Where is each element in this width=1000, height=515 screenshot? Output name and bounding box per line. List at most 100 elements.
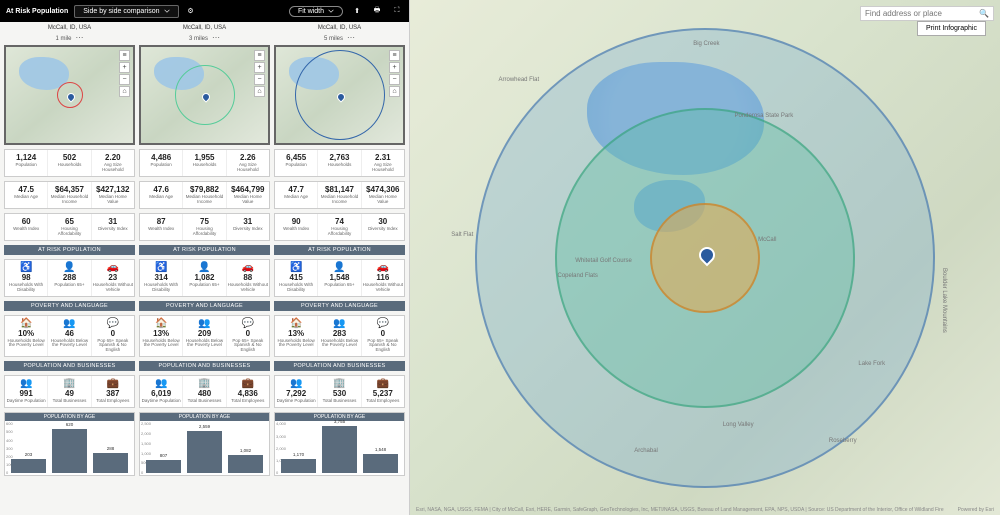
- stat-cell: 4,486 Population: [140, 150, 183, 176]
- legend-icon[interactable]: ≡: [389, 50, 400, 61]
- bar-value: 807: [160, 453, 168, 458]
- zoom-in-button[interactable]: +: [119, 62, 130, 73]
- stat-label: Median Home Value: [93, 195, 133, 205]
- main-map[interactable]: Ponderosa State Park McCall Copeland Fla…: [410, 0, 1000, 515]
- stat-cell: 65 Housing Affordability: [48, 214, 91, 240]
- stat-label: Pop 65+ Speak Spanish & No English: [363, 339, 403, 354]
- section-header: POVERTY AND LANGUAGE: [4, 301, 135, 311]
- stat-value: 480: [184, 389, 224, 398]
- stat-cell: 💬 0 Pop 65+ Speak Spanish & No English: [92, 316, 134, 357]
- print-icon[interactable]: 🖶: [371, 5, 383, 17]
- fullscreen-icon[interactable]: ⛶: [391, 5, 403, 17]
- comparison-dropdown[interactable]: Side by side comparison: [74, 5, 178, 18]
- search-input[interactable]: [865, 9, 975, 18]
- stat-value: 4,836: [228, 389, 268, 398]
- more-menu[interactable]: [72, 36, 84, 42]
- zoom-out-button[interactable]: −: [119, 74, 130, 85]
- stat-value: 1,548: [319, 273, 359, 282]
- zoom-in-button[interactable]: +: [389, 62, 400, 73]
- stat-cell: $81,147 Median Household Income: [318, 182, 361, 208]
- stat-cell: 🚗 88 Households Without Vehicle: [227, 260, 269, 296]
- place-name: McCall, ID, USA: [4, 25, 135, 31]
- stat-cell: 75 Housing Affordability: [183, 214, 226, 240]
- stat-row: 47.5 Median Age $64,357 Median Household…: [4, 181, 135, 209]
- print-infographic-menu-item[interactable]: Print Infographic: [917, 21, 986, 36]
- stat-cell: 6,455 Population: [275, 150, 318, 176]
- stat-value: 47.7: [276, 185, 316, 194]
- stat-label: Population 65+: [319, 283, 359, 288]
- stat-icon: 👤: [49, 263, 89, 273]
- stat-value: 415: [276, 273, 316, 282]
- stat-label: Households Below the Poverty Level: [141, 339, 181, 349]
- zoom-out-button[interactable]: −: [254, 74, 265, 85]
- stat-value: 31: [228, 217, 268, 226]
- stat-icon: ♿: [276, 263, 316, 273]
- stat-label: Households Below the Poverty Level: [6, 339, 46, 349]
- stat-row: ♿ 415 Households With Disability 👤 1,548…: [274, 259, 405, 297]
- chart-bars: 2,5002,0001,5001,0005000 8072,5591,082: [140, 421, 269, 475]
- stat-label: Daytime Population: [141, 399, 181, 404]
- home-button[interactable]: ⌂: [119, 86, 130, 97]
- stat-value: 991: [6, 389, 46, 398]
- fit-width-button[interactable]: Fit width: [289, 6, 343, 17]
- stat-icon: 💬: [93, 319, 133, 329]
- stat-icon: 💬: [363, 319, 403, 329]
- stat-icon: 💼: [228, 379, 268, 389]
- chart-title: POPULATION BY AGE: [5, 413, 134, 421]
- stat-value: 30: [363, 217, 403, 226]
- stat-label: Households With Disability: [141, 283, 181, 293]
- map-label: Ponderosa State Park: [735, 113, 794, 119]
- map-label: Boulder Lake Mountains: [941, 268, 947, 333]
- mini-map[interactable]: ≡ + − ⌂: [274, 45, 405, 145]
- more-menu[interactable]: [208, 36, 220, 42]
- zoom-out-button[interactable]: −: [389, 74, 400, 85]
- stat-value: 116: [363, 273, 403, 282]
- search-icon[interactable]: 🔍: [979, 9, 989, 18]
- stat-row: ♿ 314 Households With Disability 👤 1,082…: [139, 259, 270, 297]
- stat-label: Population 65+: [49, 283, 89, 288]
- legend-icon[interactable]: ≡: [254, 50, 265, 61]
- stat-value: 314: [141, 273, 181, 282]
- place-name: McCall, ID, USA: [274, 25, 405, 31]
- stat-cell: 2,763 Households: [318, 150, 361, 176]
- stat-cell: ♿ 415 Households With Disability: [275, 260, 318, 296]
- stat-label: Households Without Vehicle: [228, 283, 268, 293]
- panel-title: At Risk Population: [6, 8, 68, 15]
- mini-map[interactable]: ≡ + − ⌂: [4, 45, 135, 145]
- stat-cell: 502 Households: [48, 150, 91, 176]
- mini-map[interactable]: ≡ + − ⌂: [139, 45, 270, 145]
- chart-bars: 4,0003,0002,0001,0000 1,1703,7551,548: [275, 421, 404, 475]
- home-button[interactable]: ⌂: [389, 86, 400, 97]
- stat-cell: $464,799 Median Home Value: [227, 182, 269, 208]
- stat-value: 87: [141, 217, 181, 226]
- stat-cell: 87 Wealth Index: [140, 214, 183, 240]
- stat-label: Total Employees: [93, 399, 133, 404]
- stat-label: Median Home Value: [363, 195, 403, 205]
- legend-icon[interactable]: ≡: [119, 50, 130, 61]
- bar-value: 1,082: [240, 448, 251, 453]
- stat-cell: 🚗 116 Households Without Vehicle: [362, 260, 404, 296]
- stat-label: Households Below the Poverty Level: [319, 339, 359, 349]
- export-icon[interactable]: ⬆: [351, 5, 363, 17]
- stat-icon: 💬: [228, 319, 268, 329]
- stat-value: 88: [228, 273, 268, 282]
- stat-cell: 💬 0 Pop 65+ Speak Spanish & No English: [362, 316, 404, 357]
- stat-cell: $79,882 Median Household Income: [183, 182, 226, 208]
- stat-value: 13%: [276, 329, 316, 338]
- bar-value: 288: [107, 446, 115, 451]
- stat-value: 1,082: [184, 273, 224, 282]
- zoom-in-button[interactable]: +: [254, 62, 265, 73]
- stat-label: Population: [6, 163, 46, 168]
- stat-value: 13%: [141, 329, 181, 338]
- stat-label: Households: [184, 163, 224, 168]
- more-menu[interactable]: [343, 36, 355, 42]
- chart-bar: 620: [52, 429, 87, 473]
- stat-cell: $474,306 Median Home Value: [362, 182, 404, 208]
- gear-icon[interactable]: ⚙: [185, 5, 197, 17]
- home-button[interactable]: ⌂: [254, 86, 265, 97]
- map-label: Big Creek: [693, 41, 719, 47]
- stat-value: 0: [93, 329, 133, 338]
- stat-label: Households Below the Poverty Level: [184, 339, 224, 349]
- map-search[interactable]: 🔍: [860, 6, 994, 21]
- stat-cell: 👥 46 Households Below the Poverty Level: [48, 316, 91, 357]
